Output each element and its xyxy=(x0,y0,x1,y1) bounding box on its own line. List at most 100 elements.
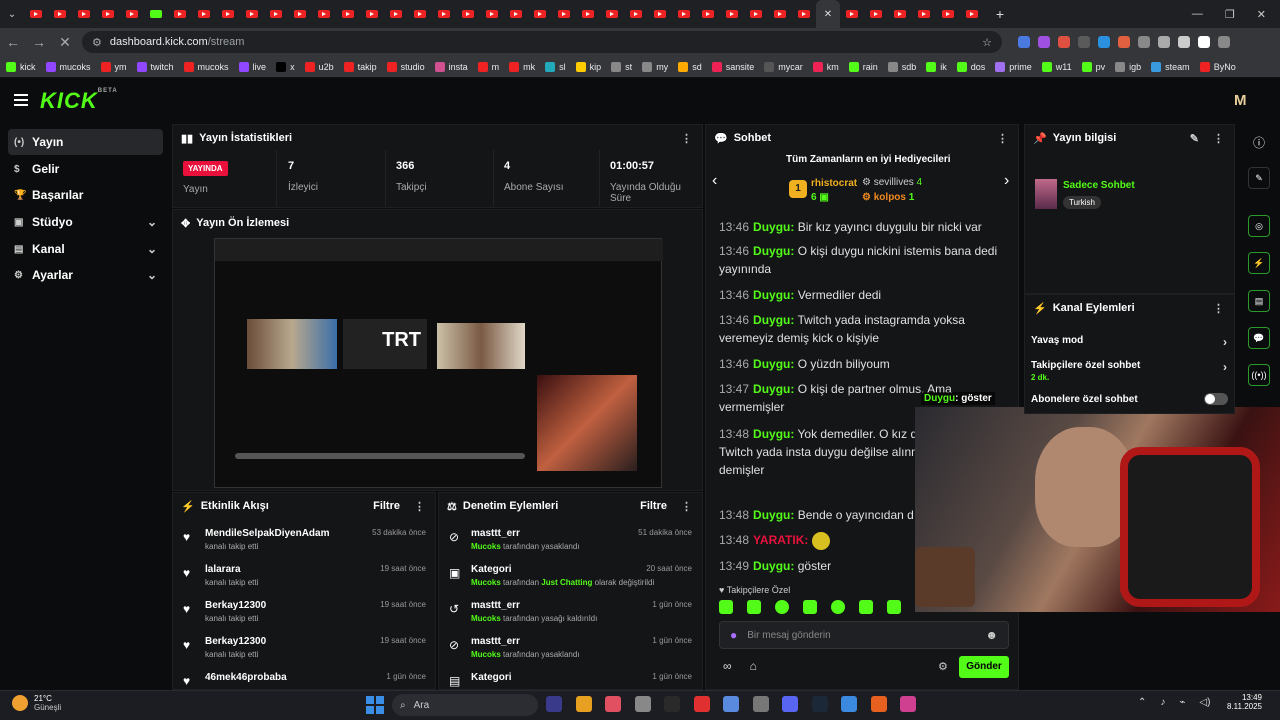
bookmark-item[interactable]: insta xyxy=(434,61,468,72)
browser-tab[interactable] xyxy=(960,0,984,28)
bookmark-item[interactable]: u2b xyxy=(304,61,334,72)
browser-tab[interactable] xyxy=(264,0,288,28)
bookmark-item[interactable]: mycar xyxy=(764,61,803,72)
browser-tab[interactable] xyxy=(768,0,792,28)
kick-logo[interactable]: KICKBETA xyxy=(40,88,118,114)
browser-tab[interactable] xyxy=(96,0,120,28)
browser-tab[interactable] xyxy=(192,0,216,28)
more-icon[interactable]: ⋮ xyxy=(681,500,692,513)
extension-icon[interactable] xyxy=(1218,36,1230,48)
browser-tab[interactable] xyxy=(624,0,648,28)
language-tag[interactable]: Turkish xyxy=(1063,196,1101,209)
subs-chat-toggle[interactable] xyxy=(1204,393,1228,405)
bookmark-item[interactable]: sl xyxy=(545,61,566,72)
settings-icon[interactable] xyxy=(634,696,651,712)
bookmark-star-icon[interactable]: ☆ xyxy=(982,36,992,49)
slow-mode-row[interactable]: Yavaş mod › xyxy=(1031,335,1227,349)
browser-tab[interactable] xyxy=(696,0,720,28)
browser-tab[interactable] xyxy=(168,0,192,28)
bookmark-item[interactable]: kick xyxy=(6,61,36,72)
app-icon[interactable] xyxy=(752,696,769,712)
send-button[interactable]: Gönder xyxy=(959,656,1009,678)
task-view-icon[interactable] xyxy=(546,696,562,712)
extension-icon[interactable] xyxy=(1078,36,1090,48)
sidebar-item-ayarlar[interactable]: ⚙ Ayarlar ⌄ xyxy=(8,262,163,288)
browser-tab[interactable] xyxy=(672,0,696,28)
chat-input[interactable]: ● Bir mesaj gönderin ☻ xyxy=(719,621,1009,649)
bookmark-item[interactable]: ik xyxy=(926,61,947,72)
quick-chat-icon[interactable]: 💬 xyxy=(1248,327,1270,349)
browser-tab[interactable] xyxy=(504,0,528,28)
browser-tab[interactable] xyxy=(144,0,168,28)
extension-icon[interactable] xyxy=(1198,36,1210,48)
extension-icon[interactable] xyxy=(1138,36,1150,48)
taskbar-search[interactable]: ⌕ Ara xyxy=(392,694,538,716)
emoji-icon[interactable]: ☻ xyxy=(985,628,998,642)
extension-icon[interactable] xyxy=(1098,36,1110,48)
browser-tab[interactable] xyxy=(720,0,744,28)
windows-start-icon[interactable] xyxy=(366,696,384,714)
browser-tab[interactable] xyxy=(840,0,864,28)
browser-tab[interactable] xyxy=(312,0,336,28)
maximize-icon[interactable]: ❐ xyxy=(1225,8,1235,21)
more-icon[interactable]: ⋮ xyxy=(681,132,692,145)
mic-icon[interactable]: ♪ xyxy=(1160,697,1165,708)
browser-tab[interactable] xyxy=(480,0,504,28)
browser-tab[interactable] xyxy=(240,0,264,28)
browser-tab[interactable] xyxy=(336,0,360,28)
clock[interactable]: 13:49 8.11.2025 xyxy=(1224,693,1262,711)
browser-tab[interactable] xyxy=(288,0,312,28)
app-icon[interactable] xyxy=(723,696,739,712)
firefox-icon[interactable] xyxy=(870,696,887,712)
quick-stream-icon[interactable]: ◎ xyxy=(1248,215,1270,237)
quick-clip-icon[interactable]: ▤ xyxy=(1248,290,1270,312)
store-icon[interactable]: ⌂ xyxy=(750,659,757,673)
instagram-icon[interactable] xyxy=(900,696,916,712)
browser-tab[interactable] xyxy=(648,0,672,28)
bookmark-item[interactable]: mucoks xyxy=(183,61,229,72)
quick-live-icon[interactable]: ((•)) xyxy=(1248,364,1270,386)
bookmark-item[interactable]: live xyxy=(238,61,266,72)
bookmark-item[interactable]: w11 xyxy=(1041,61,1072,72)
quick-edit-icon[interactable]: ✎ xyxy=(1248,167,1270,189)
tray-up-icon[interactable]: ⌃ xyxy=(1138,697,1146,708)
volume-icon[interactable]: ◁) xyxy=(1199,697,1210,708)
browser-tab[interactable] xyxy=(24,0,48,28)
browser-tab[interactable] xyxy=(120,0,144,28)
bookmark-item[interactable]: sdb xyxy=(887,61,916,72)
bookmark-item[interactable]: m xyxy=(477,61,499,72)
bookmark-item[interactable]: sd xyxy=(678,61,702,72)
sidebar-item-yayin[interactable]: (•) Yayın xyxy=(8,129,163,155)
bookmark-item[interactable]: mucoks xyxy=(45,61,91,72)
browser-tab[interactable] xyxy=(744,0,768,28)
browser-tab[interactable] xyxy=(576,0,600,28)
sidebar-item-gelir[interactable]: $ Gelir xyxy=(8,156,163,182)
browser-tab[interactable] xyxy=(936,0,960,28)
extension-icon[interactable] xyxy=(1018,36,1030,48)
browser-tab[interactable] xyxy=(528,0,552,28)
bookmark-item[interactable]: x xyxy=(276,61,295,72)
filter-button[interactable]: Filtre xyxy=(373,500,400,512)
subs-chat-row[interactable]: Abonelere özel sohbet xyxy=(1031,394,1227,405)
forward-icon[interactable]: → xyxy=(26,34,52,50)
browser-tab[interactable] xyxy=(792,0,816,28)
bookmark-item[interactable]: igb xyxy=(1115,61,1141,72)
chrome-icon[interactable] xyxy=(841,696,857,712)
browser-tab[interactable] xyxy=(552,0,576,28)
network-icon[interactable]: ⌁ xyxy=(1179,697,1185,708)
bookmark-item[interactable]: studio xyxy=(386,61,425,72)
browser-tab[interactable] xyxy=(360,0,384,28)
app-icon[interactable] xyxy=(693,696,710,712)
browser-tab[interactable] xyxy=(912,0,936,28)
more-icon[interactable]: ⋮ xyxy=(414,500,425,513)
chat-message[interactable]: 13:46 Duygu: Vermediler dedi xyxy=(719,286,1009,304)
bookmark-item[interactable]: prime xyxy=(995,61,1032,72)
steam-icon[interactable] xyxy=(811,696,828,712)
site-info-icon[interactable]: ⚙ xyxy=(92,36,102,49)
bookmark-item[interactable]: sansite xyxy=(711,61,754,72)
minimize-icon[interactable]: — xyxy=(1192,8,1203,21)
back-icon[interactable]: ← xyxy=(0,34,26,50)
browser-tab[interactable] xyxy=(864,0,888,28)
active-tab[interactable]: ✕ xyxy=(816,0,840,28)
edit-icon[interactable]: ✎ xyxy=(1190,132,1199,145)
